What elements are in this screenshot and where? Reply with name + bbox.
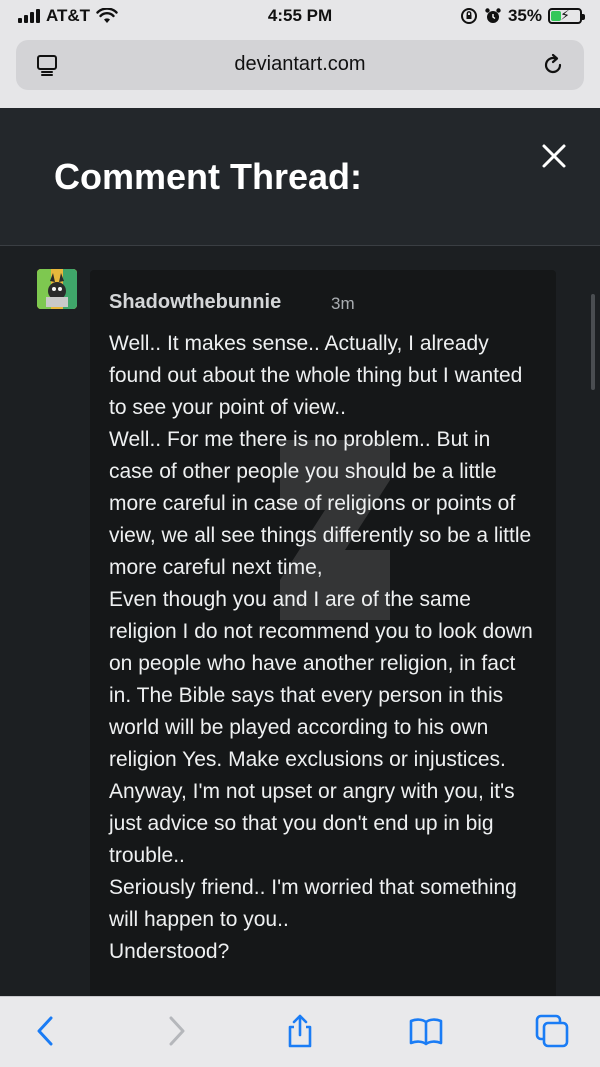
comment-line: Well.. For me there is no problem.. But … [109,428,532,579]
status-right: 35% ⚡ [460,6,585,26]
comment-body: Well.. It makes sense.. Actually, I alre… [109,328,539,968]
comment-line: Understood? [109,940,230,963]
url-text[interactable]: deviantart.com [16,53,584,76]
address-bar[interactable]: deviantart.com [16,40,584,90]
comment-line: Seriously friend.. I'm worried that some… [109,876,517,931]
comment-time: 3m [331,294,355,313]
browser-chrome: AT&T 4:55 PM 35% ⚡ deviantart.com [0,0,600,108]
comment-line: Even though you and I are of the same re… [109,588,533,771]
alarm-icon [485,8,501,23]
comment-author[interactable]: Shadowthebunnie [109,291,281,314]
comment-line: Well.. It makes sense.. Actually, I alre… [109,332,523,419]
comment-thread-panel: Comment Thread: Shadowthebunnie 3m Well.… [0,108,600,1010]
avatar-image [37,269,77,309]
reload-icon[interactable] [540,52,566,78]
battery-percent: 35% [507,6,542,25]
battery-icon: ⚡ [548,7,585,24]
scrollbar[interactable] [591,294,595,390]
comment-line: Anyway, I'm not upset or angry with you,… [109,780,515,867]
rotation-lock-icon [460,8,477,24]
panel-title: Comment Thread: [54,156,363,197]
status-bar: AT&T 4:55 PM 35% ⚡ [0,0,600,34]
charging-bolt-icon: ⚡ [560,7,570,23]
book-icon[interactable] [408,1013,444,1049]
close-icon[interactable] [538,140,570,172]
share-icon[interactable] [282,1013,318,1049]
avatar[interactable] [37,269,77,309]
browser-toolbar [0,996,600,1067]
forward-chevron-icon[interactable] [158,1013,194,1049]
comment-card: Shadowthebunnie 3m Well.. It makes sense… [90,270,556,1010]
panel-header: Comment Thread: [0,108,600,246]
back-chevron-icon[interactable] [28,1013,64,1049]
tabs-icon[interactable] [534,1013,570,1049]
